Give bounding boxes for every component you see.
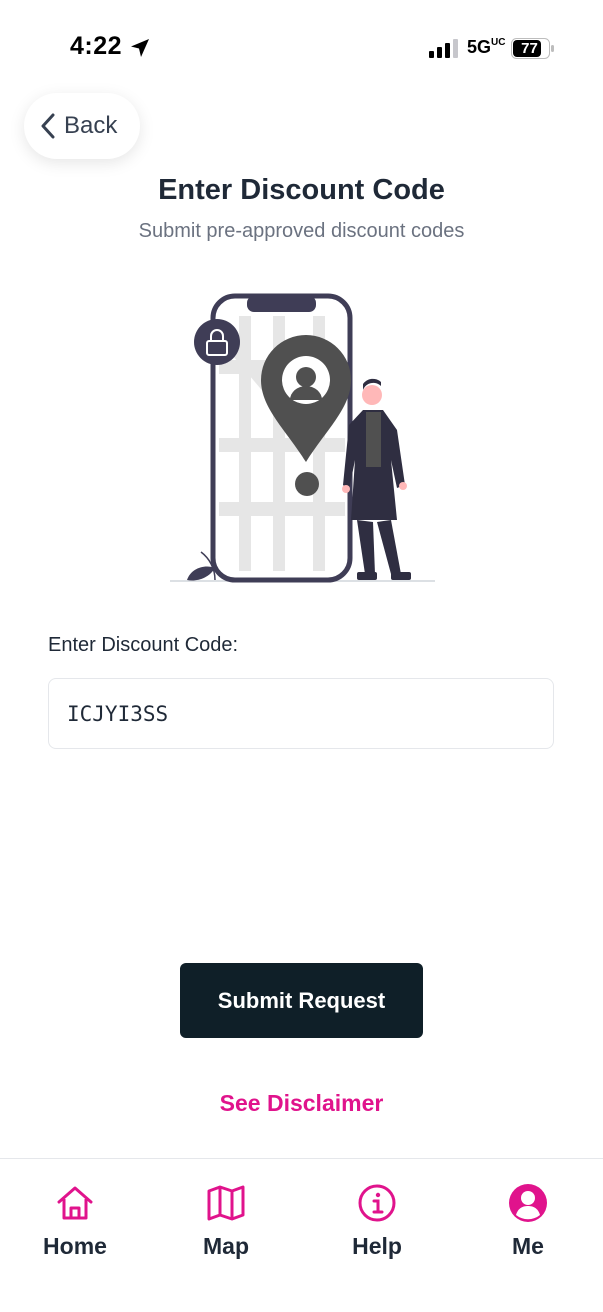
nav-label-me: Me — [512, 1233, 544, 1259]
nav-label-help: Help — [352, 1233, 402, 1259]
battery-level: 77 — [521, 40, 538, 57]
nav-item-me[interactable]: Me — [468, 1183, 588, 1260]
chevron-left-icon — [41, 113, 55, 139]
discount-code-input[interactable] — [48, 678, 554, 749]
page-title: Enter Discount Code — [158, 174, 445, 206]
info-icon — [358, 1184, 396, 1222]
map-icon — [207, 1185, 245, 1221]
back-label: Back — [64, 112, 118, 139]
phone-location-illustration — [170, 293, 435, 583]
nav-item-help[interactable]: Help — [317, 1183, 437, 1260]
submit-request-button[interactable]: Submit Request — [180, 963, 423, 1038]
nav-label-home: Home — [43, 1233, 107, 1259]
see-disclaimer-link[interactable]: See Disclaimer — [0, 1090, 603, 1117]
nav-item-home[interactable]: Home — [15, 1183, 135, 1260]
back-button[interactable]: Back — [24, 93, 140, 159]
location-arrow-icon — [131, 39, 149, 57]
status-time: 4:22 — [70, 32, 123, 60]
page-subtitle: Submit pre-approved discount codes — [138, 220, 465, 242]
nav-label-map: Map — [203, 1233, 249, 1259]
cellular-signal-icon — [429, 39, 458, 58]
discount-code-label: Enter Discount Code: — [48, 634, 239, 656]
user-icon — [509, 1184, 547, 1222]
nav-item-map[interactable]: Map — [166, 1183, 286, 1260]
network-type: 5GUC — [467, 37, 506, 57]
home-icon — [57, 1186, 93, 1220]
